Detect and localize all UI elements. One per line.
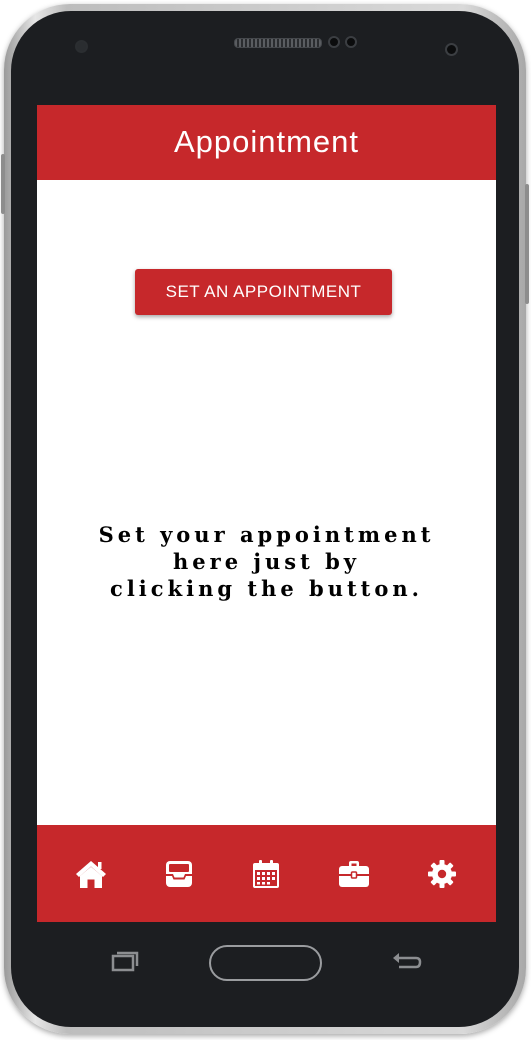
- set-appointment-button[interactable]: SET AN APPOINTMENT: [135, 269, 392, 315]
- instruction-line: here just by: [173, 549, 360, 574]
- recent-apps-key-icon[interactable]: [107, 950, 141, 974]
- power-side-key: [1, 154, 5, 214]
- proximity-dot: [75, 40, 88, 53]
- front-camera: [445, 43, 458, 56]
- app-screen: Appointment SET AN APPOINTMENT Set your …: [37, 105, 496, 922]
- instruction-line: Set your appointment: [98, 522, 435, 547]
- nav-item-briefcase[interactable]: [331, 851, 377, 897]
- bottom-navigation: [37, 825, 496, 922]
- calendar-icon: [253, 859, 280, 888]
- home-icon: [75, 860, 106, 888]
- nav-item-inbox[interactable]: [156, 851, 202, 897]
- earpiece-speaker: [234, 38, 322, 48]
- gear-icon: [428, 859, 457, 888]
- app-bar: Appointment: [37, 105, 496, 180]
- hardware-keys: [37, 922, 496, 1002]
- front-sensor-2: [345, 36, 357, 48]
- instruction-text: Set your appointment here just by clicki…: [37, 521, 496, 602]
- instruction-line: clicking the button.: [110, 576, 423, 601]
- nav-item-calendar[interactable]: [243, 851, 289, 897]
- volume-side-key: [525, 184, 529, 304]
- page-title: Appointment: [173, 123, 360, 159]
- nav-item-settings[interactable]: [419, 851, 465, 897]
- front-sensor: [328, 36, 340, 48]
- back-key-icon[interactable]: [389, 950, 423, 974]
- briefcase-icon: [339, 860, 370, 887]
- nav-item-home[interactable]: [68, 851, 114, 897]
- inbox-tray-icon: [165, 860, 192, 887]
- home-key[interactable]: [209, 945, 322, 981]
